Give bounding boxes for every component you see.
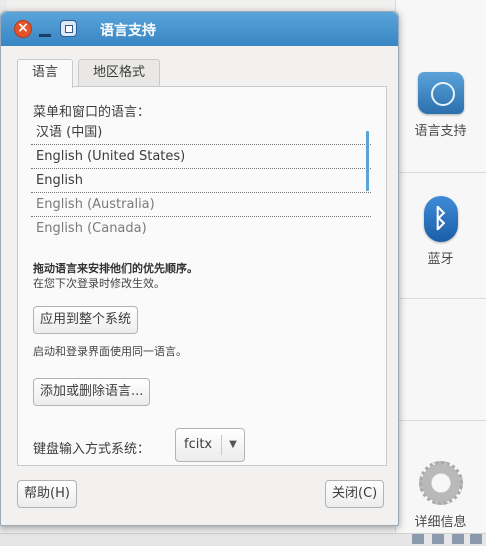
add-remove-languages-button[interactable]: 添加或删除语言...	[33, 378, 151, 406]
tray-icon[interactable]	[470, 534, 482, 544]
tray-icon[interactable]	[452, 534, 464, 544]
language-list[interactable]: 汉语 (中国) English (United States) English …	[31, 121, 371, 241]
keyboard-input-label: 键盘输入方式系统：	[33, 442, 151, 457]
divider	[395, 298, 486, 299]
language-support-dialog: × 语言支持 语言 地区格式 菜单和窗口的语言： 汉语 (中国) English…	[0, 11, 399, 526]
tab-language[interactable]: 语言	[17, 59, 74, 88]
settings-item-details[interactable]: 详细信息	[395, 461, 486, 530]
keyboard-input-value: fcitx	[184, 437, 213, 452]
maximize-button[interactable]	[60, 20, 77, 37]
flag-icon	[417, 72, 464, 114]
language-item[interactable]: English (Canada)	[31, 217, 371, 241]
close-window-button[interactable]: ×	[14, 20, 32, 38]
gear-icon	[418, 461, 463, 505]
settings-item-label: 详细信息	[414, 515, 467, 530]
divider	[395, 420, 486, 421]
settings-item-label: 蓝牙	[427, 252, 454, 267]
language-item[interactable]: English	[31, 169, 371, 193]
settings-item-bluetooth[interactable]: ᛒ 蓝牙	[395, 196, 486, 267]
bluetooth-icon: ᛒ	[423, 196, 458, 242]
window-title: 语言支持	[100, 23, 156, 39]
language-tab-panel: 菜单和窗口的语言： 汉语 (中国) English (United States…	[17, 86, 387, 466]
close-button[interactable]: 关闭(C)	[325, 480, 385, 508]
help-button[interactable]: 帮助(H)	[17, 480, 77, 508]
tray-icon[interactable]	[412, 534, 424, 544]
chevron-down-icon: ▼	[221, 435, 244, 455]
apply-system-wide-button[interactable]: 应用到整个系统	[33, 306, 139, 334]
language-item[interactable]: English (Australia)	[31, 193, 371, 217]
tray-icon[interactable]	[432, 534, 444, 544]
list-scrollbar[interactable]	[366, 131, 369, 191]
settings-item-language-support[interactable]: 语言支持	[395, 72, 486, 139]
close-icon: ×	[17, 20, 29, 36]
language-item[interactable]: 汉语 (中国)	[31, 121, 371, 145]
titlebar[interactable]: × 语言支持	[1, 12, 398, 46]
apply-hint: 启动和登录界面使用同一语言。	[33, 345, 187, 358]
settings-item-label: 语言支持	[414, 124, 467, 139]
divider	[395, 172, 486, 173]
language-item[interactable]: English (United States)	[31, 145, 371, 169]
effect-hint: 在您下次登录时修改生效。	[33, 277, 165, 290]
drag-hint: 拖动语言来安排他们的优先顺序。	[33, 262, 198, 275]
keyboard-input-select[interactable]: fcitx ▼	[175, 428, 245, 462]
minimize-button[interactable]	[39, 34, 51, 37]
menu-language-label: 菜单和窗口的语言：	[33, 105, 151, 120]
tab-regional-formats[interactable]: 地区格式	[78, 59, 161, 87]
